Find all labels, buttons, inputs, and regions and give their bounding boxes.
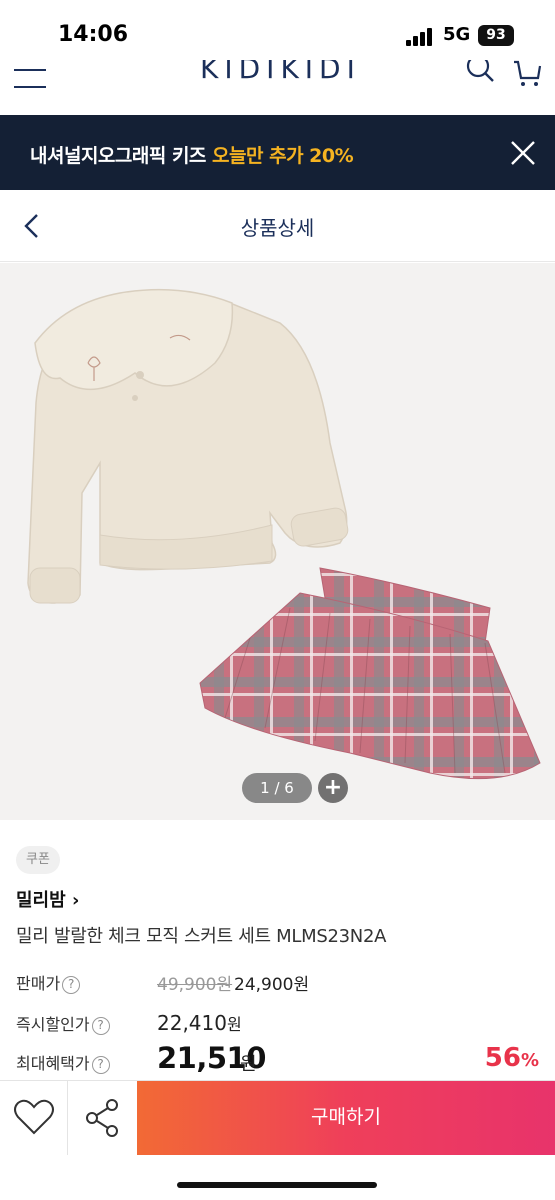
brand-link[interactable]: 밀리밤 › (16, 886, 79, 912)
menu-icon[interactable] (14, 66, 48, 88)
promo-text: 내셔널지오그래픽 키즈 오늘만 추가 20% (30, 145, 354, 167)
help-icon[interactable]: ? (91, 1055, 110, 1074)
buy-button[interactable]: 구매하기 (137, 1081, 555, 1155)
chevron-right-icon: › (71, 890, 80, 911)
status-bar: 14:06 5G 93 (0, 0, 555, 60)
original-price: 49,900원 (157, 975, 233, 995)
page-header: 상품상세 (0, 190, 555, 262)
help-icon[interactable]: ? (62, 975, 81, 994)
bottom-action-bar: 구매하기 (0, 1080, 555, 1155)
product-photo (27, 288, 541, 780)
sale-price-label: 판매가? (16, 970, 81, 994)
help-icon[interactable]: ? (91, 1016, 110, 1035)
search-icon[interactable] (464, 60, 496, 90)
network-type: 5G (443, 24, 471, 45)
wishlist-button[interactable] (0, 1081, 68, 1155)
top-nav: KIDIKIDI (0, 60, 555, 115)
status-time: 14:06 (58, 22, 129, 47)
image-pager: 1 / 6 (242, 773, 312, 803)
discount-percent: 56% (484, 1043, 539, 1073)
max-benefit-label: 최대혜택가? (16, 1050, 110, 1074)
expand-gallery-button[interactable]: + (318, 773, 348, 803)
promo-highlight: 오늘만 추가 20% (212, 145, 354, 167)
brand-logo[interactable]: KIDIKIDI (200, 60, 361, 85)
product-name: 밀리 발랄한 체크 모직 스커트 세트 MLMS23N2A (16, 926, 387, 947)
signal-icon (406, 28, 436, 46)
battery-icon: 93 (478, 25, 514, 46)
instant-discount-label: 즉시할인가? (16, 1011, 110, 1035)
close-icon[interactable] (509, 139, 537, 167)
sale-price: 24,900원 (234, 975, 310, 995)
heart-icon (14, 1099, 54, 1135)
instant-discount-price: 22,410원 (157, 1011, 242, 1035)
share-icon (86, 1099, 118, 1137)
coupon-badge: 쿠폰 (16, 846, 60, 874)
cart-icon[interactable] (512, 60, 542, 90)
home-indicator (177, 1182, 377, 1188)
share-button[interactable] (68, 1081, 137, 1155)
promo-banner[interactable]: 내셔널지오그래픽 키즈 오늘만 추가 20% (0, 115, 555, 190)
page-title: 상품상세 (240, 216, 315, 240)
product-image[interactable]: 1 / 6 + (0, 263, 555, 820)
product-detail-page: 14:06 5G 93 KIDIKIDI 내셔널지오그래픽 키즈 오늘만 추가 … (0, 0, 555, 1200)
max-benefit-unit: 원 (240, 1054, 257, 1075)
